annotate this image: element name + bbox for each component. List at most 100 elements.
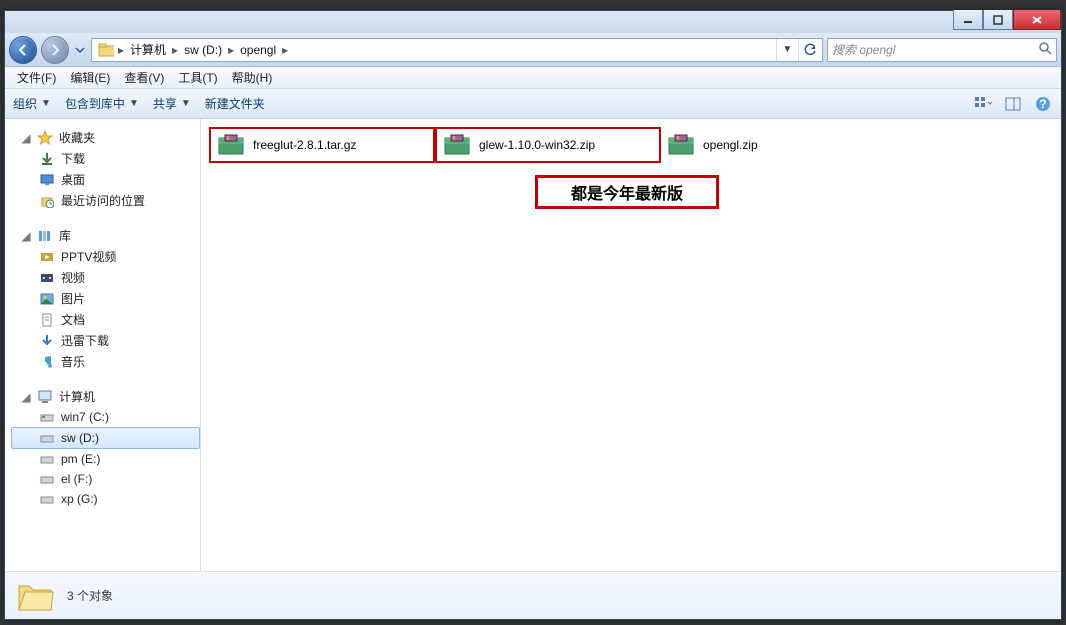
sidebar-item-music[interactable]: 音乐 [11, 351, 200, 372]
favorites-header[interactable]: ◢ 收藏夹 [11, 127, 200, 148]
sidebar-item-drive-g[interactable]: xp (G:) [11, 489, 200, 509]
search-placeholder: 搜索 opengl [832, 41, 895, 58]
sidebar-label: xp (G:) [61, 492, 98, 506]
chevron-right-icon[interactable]: ▸ [282, 43, 288, 57]
sidebar-label: 下载 [61, 150, 85, 167]
file-row: freeglut-2.8.1.tar.gz glew-1.10.0-win32.… [201, 119, 1061, 163]
file-item[interactable]: opengl.zip [661, 127, 887, 163]
menubar: 文件(F) 编辑(E) 查看(V) 工具(T) 帮助(H) [5, 67, 1061, 89]
sidebar-label: 最近访问的位置 [61, 192, 145, 209]
collapse-icon[interactable]: ◢ [21, 131, 31, 145]
archive-icon [667, 134, 695, 156]
sidebar-item-desktop[interactable]: 桌面 [11, 169, 200, 190]
star-icon [37, 130, 53, 146]
video-icon [39, 249, 55, 265]
sidebar-item-pptv[interactable]: PPTV视频 [11, 246, 200, 267]
explorer-window: ▸ 计算机 ▸ sw (D:) ▸ opengl ▸ ▼ 搜索 opengl 文… [4, 10, 1062, 620]
menu-tools[interactable]: 工具(T) [172, 67, 223, 88]
sidebar-item-recent[interactable]: 最近访问的位置 [11, 190, 200, 211]
favorites-group: ◢ 收藏夹 下载 桌面 最近访问的位置 [11, 127, 200, 211]
refresh-button[interactable] [798, 39, 820, 61]
sidebar-label: 文档 [61, 311, 85, 328]
sidebar-item-drive-c[interactable]: win7 (C:) [11, 407, 200, 427]
minimize-button[interactable] [953, 10, 983, 30]
address-dropdown[interactable]: ▼ [776, 39, 798, 61]
history-dropdown[interactable] [73, 45, 87, 55]
sidebar-label: pm (E:) [61, 452, 100, 466]
sidebar-item-xunlei[interactable]: 迅雷下载 [11, 330, 200, 351]
details-pane: 3 个对象 [5, 571, 1061, 619]
sidebar-label: el (F:) [61, 472, 92, 486]
address-bar[interactable]: ▸ 计算机 ▸ sw (D:) ▸ opengl ▸ ▼ [91, 38, 823, 62]
sidebar-label: 迅雷下载 [61, 332, 109, 349]
organize-button[interactable]: 组织 ▼ [13, 95, 51, 112]
body: ◢ 收藏夹 下载 桌面 最近访问的位置 [5, 119, 1061, 571]
view-mode-button[interactable] [973, 94, 993, 114]
sidebar-item-drive-f[interactable]: el (F:) [11, 469, 200, 489]
drive-icon [39, 409, 55, 425]
breadcrumb-computer[interactable]: 计算机 [124, 41, 172, 58]
sidebar[interactable]: ◢ 收藏夹 下载 桌面 最近访问的位置 [5, 119, 201, 571]
sidebar-label: 桌面 [61, 171, 85, 188]
libraries-group: ◢ 库 PPTV视频 视频 图片 文档 迅雷下载 音乐 [11, 225, 200, 372]
menu-edit[interactable]: 编辑(E) [64, 67, 116, 88]
toolbar: 组织 ▼ 包含到库中 ▼ 共享 ▼ 新建文件夹 ? [5, 89, 1061, 119]
file-name: opengl.zip [703, 138, 758, 152]
menu-file[interactable]: 文件(F) [11, 67, 62, 88]
archive-icon [217, 134, 245, 156]
close-button[interactable] [1013, 10, 1061, 30]
download-icon [39, 151, 55, 167]
document-icon [39, 312, 55, 328]
collapse-icon[interactable]: ◢ [21, 229, 31, 243]
sidebar-label: win7 (C:) [61, 410, 109, 424]
search-input[interactable]: 搜索 opengl [827, 38, 1057, 62]
video-icon [39, 270, 55, 286]
library-icon [37, 228, 53, 244]
file-name: glew-1.10.0-win32.zip [479, 138, 595, 152]
file-pane[interactable]: freeglut-2.8.1.tar.gz glew-1.10.0-win32.… [201, 119, 1061, 571]
file-name: freeglut-2.8.1.tar.gz [253, 138, 356, 152]
computer-header[interactable]: ◢ 计算机 [11, 386, 200, 407]
drive-icon [39, 491, 55, 507]
sidebar-item-videos[interactable]: 视频 [11, 267, 200, 288]
sidebar-item-drive-d[interactable]: sw (D:) [11, 427, 200, 449]
file-item[interactable]: glew-1.10.0-win32.zip [435, 127, 661, 163]
preview-pane-button[interactable] [1003, 94, 1023, 114]
download-icon [39, 333, 55, 349]
sidebar-item-pictures[interactable]: 图片 [11, 288, 200, 309]
favorites-label: 收藏夹 [59, 129, 95, 146]
folder-icon [15, 576, 55, 616]
menu-view[interactable]: 查看(V) [118, 67, 170, 88]
annotation-box: 都是今年最新版 [535, 175, 719, 209]
menu-help[interactable]: 帮助(H) [226, 67, 279, 88]
breadcrumb-drive[interactable]: sw (D:) [178, 43, 228, 57]
sidebar-item-documents[interactable]: 文档 [11, 309, 200, 330]
include-in-library-button[interactable]: 包含到库中 ▼ [65, 95, 139, 112]
collapse-icon[interactable]: ◢ [21, 390, 31, 404]
libraries-header[interactable]: ◢ 库 [11, 225, 200, 246]
search-icon [1038, 41, 1052, 58]
maximize-button[interactable] [983, 10, 1013, 30]
computer-icon [37, 389, 53, 405]
breadcrumb-folder[interactable]: opengl [234, 43, 282, 57]
libraries-label: 库 [59, 227, 71, 244]
window-controls [953, 10, 1061, 30]
sidebar-label: 音乐 [61, 353, 85, 370]
computer-group: ◢ 计算机 win7 (C:) sw (D:) pm (E:) el (F:) … [11, 386, 200, 509]
share-button[interactable]: 共享 ▼ [153, 95, 191, 112]
drive-icon [39, 471, 55, 487]
file-item[interactable]: freeglut-2.8.1.tar.gz [209, 127, 435, 163]
forward-button[interactable] [41, 36, 69, 64]
sidebar-label: 图片 [61, 290, 85, 307]
picture-icon [39, 291, 55, 307]
drive-icon [39, 451, 55, 467]
archive-icon [443, 134, 471, 156]
help-button[interactable]: ? [1033, 94, 1053, 114]
sidebar-item-drive-e[interactable]: pm (E:) [11, 449, 200, 469]
back-button[interactable] [9, 36, 37, 64]
sidebar-item-downloads[interactable]: 下载 [11, 148, 200, 169]
sidebar-label: 视频 [61, 269, 85, 286]
folder-icon [98, 42, 114, 58]
new-folder-button[interactable]: 新建文件夹 [205, 95, 265, 112]
drive-icon [39, 430, 55, 446]
